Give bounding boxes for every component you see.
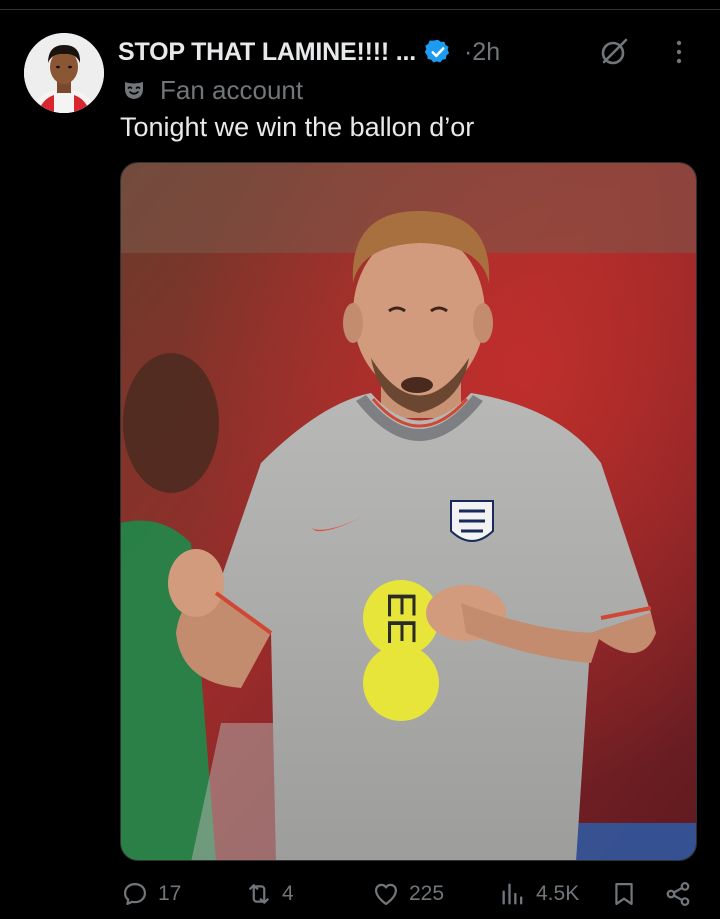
display-name[interactable]: STOP THAT LAMINE!!!! ... (118, 38, 416, 67)
account-label-text: Fan account (160, 74, 304, 105)
post-photo: EE (121, 163, 696, 860)
post-text: Tonight we win the ballon d’or (120, 112, 475, 142)
avatar-image (24, 33, 104, 113)
repost-count: 4 (282, 882, 294, 905)
share-button[interactable] (664, 872, 692, 916)
like-icon (374, 883, 398, 906)
more-icon[interactable] (668, 34, 690, 70)
like-button[interactable]: 225 (372, 872, 444, 916)
top-divider (0, 0, 720, 10)
views-count: 4.5K (536, 882, 580, 905)
verified-badge-icon (424, 39, 450, 63)
post-time[interactable]: ·2h (464, 38, 500, 67)
bookmark-button[interactable] (610, 872, 638, 916)
mask-icon (125, 82, 143, 99)
repost-button[interactable]: 4 (245, 872, 294, 916)
reply-button[interactable]: 17 (121, 872, 181, 916)
post-header: STOP THAT LAMINE!!!! ... ·2h (118, 34, 690, 70)
action-bar: 17 4 225 4.5K (0, 872, 720, 916)
account-label: Fan account (122, 74, 303, 106)
share-icon (666, 882, 690, 906)
grok-icon[interactable] (596, 36, 632, 68)
reply-icon (123, 882, 147, 906)
svg-text:EE: EE (379, 591, 423, 644)
post-image[interactable]: EE (120, 162, 697, 861)
avatar[interactable] (24, 33, 104, 113)
views-button[interactable]: 4.5K (499, 872, 579, 916)
like-count: 225 (409, 882, 445, 905)
repost-icon (249, 884, 269, 904)
views-icon (502, 883, 523, 905)
reply-count: 17 (158, 882, 182, 905)
bookmark-icon (615, 882, 633, 906)
